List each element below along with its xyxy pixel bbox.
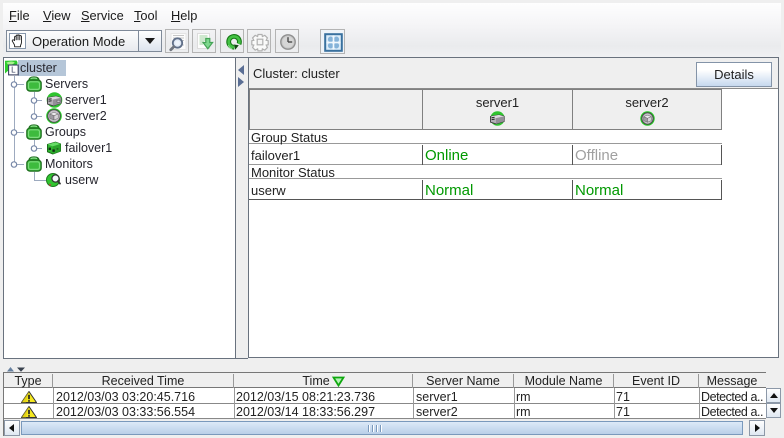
- svg-text:L: L: [11, 66, 16, 75]
